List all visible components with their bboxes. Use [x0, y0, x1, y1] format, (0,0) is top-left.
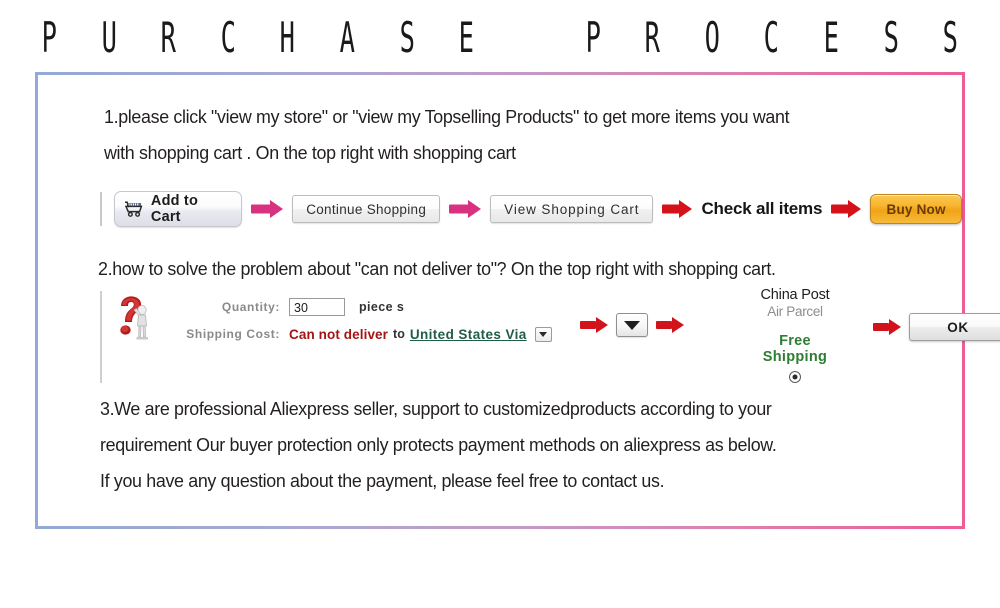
- arrow-right-red-icon: [656, 316, 684, 334]
- step-1-line-2: with shopping cart . On the top right wi…: [104, 142, 516, 163]
- step-3-line-2: requirement Our buyer protection only pr…: [100, 434, 777, 455]
- shipping-flow-row: Quantity: 30 piece s Shipping Cost: Can …: [100, 287, 1000, 387]
- shipping-service-name: Air Parcel: [767, 304, 823, 319]
- buy-now-button[interactable]: Buy Now: [870, 194, 962, 224]
- page-title: P U R C H A S E P R O C E S S: [40, 14, 960, 63]
- title-letter: E: [823, 14, 840, 63]
- page-header: P U R C H A S E P R O C E S S: [0, 0, 1000, 72]
- cannot-deliver-text: Can not deliver: [289, 326, 389, 342]
- shopping-cart-icon: [124, 201, 144, 217]
- view-shopping-cart-button[interactable]: View Shopping Cart: [490, 195, 654, 223]
- shipping-select-flow: [572, 313, 692, 337]
- arrow-right-pink-icon: [449, 199, 482, 219]
- question-mark-icon: [112, 293, 162, 345]
- shipping-panel-divider: [100, 291, 102, 383]
- shipping-option-radio[interactable]: [789, 371, 801, 383]
- view-shopping-cart-label: View Shopping Cart: [504, 201, 640, 217]
- step-3-text: 3.We are professional Aliexpress seller,…: [100, 391, 801, 499]
- confirm-zone: OK: [865, 313, 1000, 341]
- piece-unit-label: piece s: [359, 300, 405, 314]
- step-2-text: 2.how to solve the problem about "can no…: [98, 251, 800, 287]
- shipping-cost-row: Shipping Cost: Can not deliver to United…: [172, 322, 572, 346]
- title-letter: S: [399, 14, 415, 63]
- check-all-items-label: Check all items: [701, 199, 823, 218]
- continue-shopping-button[interactable]: Continue Shopping: [292, 195, 441, 223]
- quantity-input[interactable]: 30: [289, 298, 345, 316]
- arrow-right-red-icon: [873, 318, 901, 336]
- country-select-link[interactable]: United States Via: [410, 327, 527, 342]
- arrow-right-red-icon: [831, 200, 862, 219]
- free-shipping-line-2: Shipping: [762, 349, 828, 365]
- title-letter: R: [644, 14, 661, 63]
- flow-divider: [100, 192, 102, 226]
- ok-label: OK: [947, 319, 969, 335]
- shipping-cost-label: Shipping Cost:: [186, 327, 280, 341]
- title-letter: P: [585, 14, 601, 63]
- step-1-line-1: 1.please click "view my store" or "view …: [104, 106, 790, 127]
- title-letter: O: [704, 14, 720, 63]
- title-letter: C: [764, 14, 780, 63]
- arrow-right-red-icon: [662, 200, 693, 219]
- content-frame: 1.please click "view my store" or "view …: [35, 72, 1000, 529]
- title-letter: S: [883, 14, 899, 63]
- add-to-cart-button[interactable]: Add to Cart: [113, 191, 243, 227]
- title-word-gap: [517, 14, 543, 63]
- arrow-right-pink-icon: [251, 199, 284, 219]
- quantity-row: Quantity: 30 piece s: [172, 295, 572, 319]
- title-letter: C: [220, 14, 236, 63]
- title-letter: U: [101, 14, 117, 63]
- shipping-method-dropdown[interactable]: [616, 313, 648, 337]
- title-letter: P: [41, 14, 57, 63]
- arrow-right-red-icon: [580, 316, 608, 334]
- add-to-cart-label: Add to Cart: [150, 193, 199, 225]
- content-panel: 1.please click "view my store" or "view …: [38, 75, 1000, 526]
- shipping-carrier-name: China Post: [760, 287, 830, 303]
- ok-button[interactable]: OK: [909, 313, 1000, 341]
- step-3-line-1: 3.We are professional Aliexpress seller,…: [100, 398, 772, 419]
- title-letter: S: [942, 14, 959, 63]
- shipping-method-result: China Post Air Parcel Free Shipping: [730, 287, 860, 383]
- continue-shopping-label: Continue Shopping: [306, 201, 427, 217]
- step-2-line-1: 2.how to solve the problem about "can no…: [98, 258, 776, 279]
- title-letter: E: [458, 14, 475, 63]
- title-letter: H: [280, 14, 296, 63]
- to-word-label: to: [393, 327, 405, 341]
- shipping-form: Quantity: 30 piece s Shipping Cost: Can …: [172, 295, 572, 349]
- title-letter: R: [160, 14, 177, 63]
- free-shipping-line-1: Free: [779, 333, 811, 349]
- title-letter: A: [339, 14, 355, 63]
- step-1-text: 1.please click "view my store" or "view …: [104, 99, 814, 171]
- chevron-down-icon[interactable]: [534, 326, 552, 342]
- step-3-line-3: If you have any question about the payme…: [100, 470, 665, 491]
- free-shipping-badge: Free Shipping: [730, 333, 860, 365]
- purchase-flow-row: Add to Cart Continue Shopping View Shopp…: [100, 185, 962, 233]
- buy-now-label: Buy Now: [886, 201, 946, 217]
- quantity-label: Quantity:: [221, 300, 280, 314]
